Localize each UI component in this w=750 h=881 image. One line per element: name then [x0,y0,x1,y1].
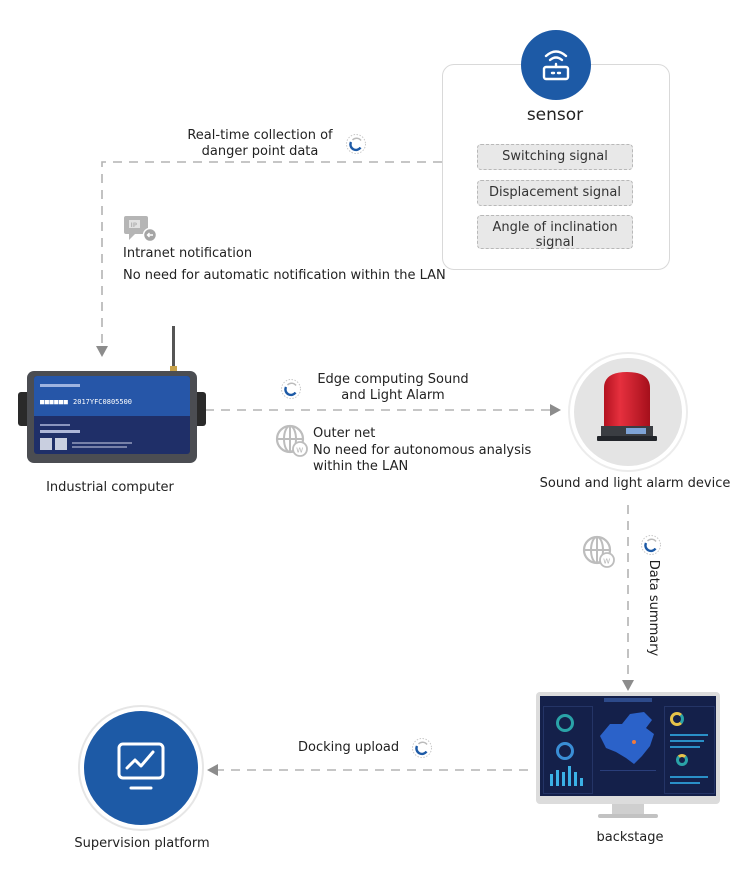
dashboard-progress [670,776,708,778]
sync-cycle-icon [412,738,432,758]
dashboard-progress [670,782,700,784]
svg-text:IP: IP [131,222,138,229]
panel-text-line [72,446,127,448]
alarm-beacon-icon [597,372,657,441]
outer-net-title: Outer net [313,426,376,441]
backstage-label: backstage [596,830,664,845]
collection-line2: danger point data [201,144,319,159]
dashboard-bar [574,772,577,786]
signal-displacement: Displacement signal [477,180,633,206]
signal-switching: Switching signal [477,144,633,170]
monitor-stand [598,814,658,818]
collection-line1: Real-time collection of [187,128,333,143]
sync-cycle-icon [641,535,661,555]
supervision-badge [84,711,198,825]
dashboard-donut [670,712,684,726]
intranet-title: Intranet notification [123,246,253,261]
alarm-device-label: Sound and light alarm device [539,476,731,491]
sensor-title: sensor [526,105,584,125]
dashboard-bar [580,778,583,786]
dashboard-bar [550,774,553,786]
globe-web-icon: w [275,424,308,457]
dashboard-title-bar [604,698,652,702]
monitor-chart-icon [117,742,165,790]
dashboard-table [600,770,656,793]
dashboard-progress [670,734,708,736]
edge-line1: Edge computing Sound [317,372,469,387]
dashboard-bar [556,770,559,786]
signal-inclination: Angle of inclination signal [477,215,633,250]
dashboard-china-map [600,712,654,764]
panel-code: ■■■■■■ 2017YFC0805500 [40,398,133,406]
panel-code-text: 2017YFC0805500 [73,398,133,406]
router-wifi-icon [542,50,570,81]
dashboard-gauge [556,714,574,732]
edge-label: Edge computing Sound and Light Alarm [308,372,478,404]
arrow-down-backstage [622,680,634,691]
arrow-left-supervision [207,764,218,776]
antenna [172,326,175,370]
outer-net-desc-line1: No need for autonomous analysis [313,443,532,458]
data-summary-label: Data summary [646,559,661,657]
panel-text-line [40,424,70,426]
dashboard-bar [562,772,565,786]
collection-label: Real-time collection of danger point dat… [170,128,350,160]
dashboard-bar [568,766,571,786]
industrial-computer-label: Industrial computer [46,480,174,495]
svg-text:w: w [603,557,610,567]
edge-line2: and Light Alarm [341,388,445,403]
panel-logo [40,384,80,387]
industrial-computer-device: ■■■■■■ 2017YFC0805500 [18,326,208,466]
computer-panel: ■■■■■■ 2017YFC0805500 [34,376,190,454]
panel-text-line [72,442,132,444]
panel-header [34,376,190,416]
panel-text-line [40,430,80,433]
dashboard-progress [670,746,700,748]
sync-cycle-icon [281,379,301,399]
outer-net-desc-line2: within the LAN [313,459,409,474]
arrow-right-alarm [550,404,561,416]
svg-text:w: w [296,446,303,456]
sensor-badge [521,30,591,100]
docking-label: Docking upload [298,740,400,755]
supervision-label: Supervision platform [74,836,210,851]
dashboard-progress [670,740,704,742]
qr-code [55,438,67,450]
intranet-desc: No need for automatic notification withi… [123,268,446,283]
qr-code [40,438,52,450]
globe-web-icon: w [582,535,615,568]
backstage-dashboard-screen [540,696,716,796]
dashboard-gauge [556,742,574,760]
signal-inclination-line2: signal [535,235,575,250]
ip-notification-icon: IP [124,216,157,243]
signal-inclination-line1: Angle of inclination [492,220,618,235]
sync-cycle-icon [346,134,366,154]
dashboard-donut [676,754,688,766]
